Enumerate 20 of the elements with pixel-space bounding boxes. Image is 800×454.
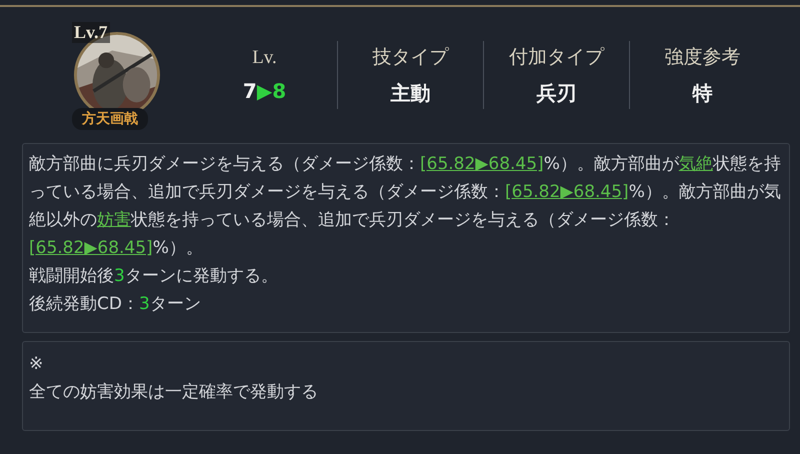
note-text: 全ての妨害効果は一定確率で発動する — [29, 381, 318, 404]
stat-label: 強度参考 — [664, 46, 740, 70]
description-text: 後続発動CD：3 ターン — [29, 293, 202, 316]
stat-value: 兵刃 — [536, 80, 576, 106]
keyword-link[interactable]: 妨害 — [97, 210, 131, 230]
keyword-link[interactable]: 気絶 — [678, 154, 713, 174]
stat-label: 付加タイプ — [509, 46, 604, 70]
description-text: 戦闘開始後3 ターンに発動する。 — [29, 265, 279, 288]
note-mark: ※ — [29, 353, 44, 376]
keyword-link[interactable]: [65.82▶68.45] — [420, 154, 544, 174]
stat-label: Lv. — [252, 47, 277, 69]
keyword-link[interactable]: [65.82▶68.45] — [505, 182, 629, 202]
stat-label: 技タイプ — [372, 46, 448, 70]
stat-value: 主動 — [390, 80, 430, 106]
stat-value: 特 — [692, 80, 712, 106]
level-badge: Lv.7 — [72, 22, 110, 43]
level-change: 7▶8 — [242, 79, 286, 103]
keyword-link[interactable]: [65.82▶68.45] — [29, 238, 153, 258]
description-text: 敵方部曲に兵刃ダメージを与える（ダメージ係数：[65.82▶68.45]%）。敵方部曲が気絶状態を持っている場合、追加で兵刃ダメージを与える（ダメージ係数：[65.82▶68.45]%）。敵方部曲が気絶以外の妨害状態を持っている場合、追加で兵刃ダメージを与える（ダメージ係数： [65.82▶68.45]%）。 — [29, 153, 782, 260]
skill-name-plate: 方天画戟 — [72, 108, 148, 130]
